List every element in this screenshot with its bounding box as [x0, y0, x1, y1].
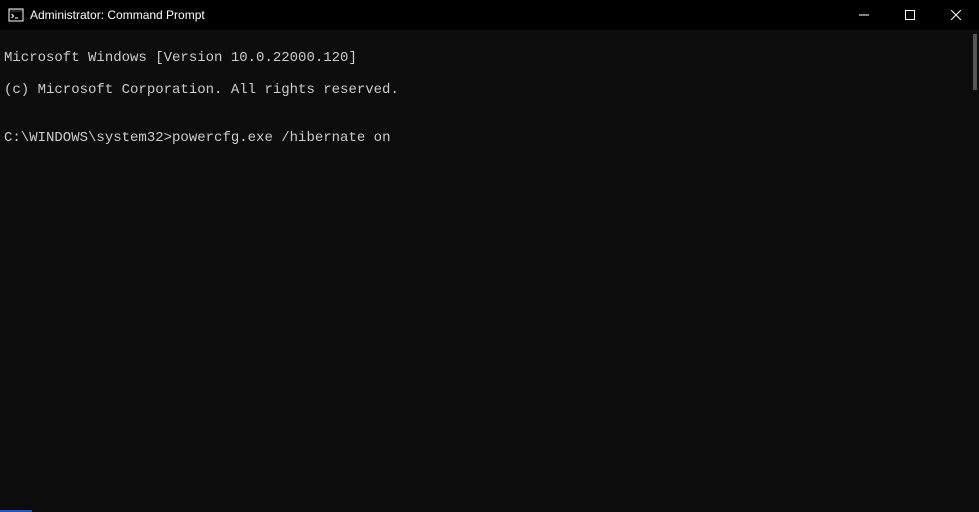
- entered-command: powercfg.exe /hibernate on: [172, 130, 390, 146]
- window-title: Administrator: Command Prompt: [30, 8, 841, 22]
- maximize-button[interactable]: [887, 0, 933, 30]
- cmd-icon: [8, 7, 24, 23]
- terminal-output[interactable]: Microsoft Windows [Version 10.0.22000.12…: [0, 30, 979, 512]
- prompt-line: C:\WINDOWS\system32>powercfg.exe /hibern…: [4, 130, 975, 146]
- version-line: Microsoft Windows [Version 10.0.22000.12…: [4, 50, 975, 66]
- minimize-button[interactable]: [841, 0, 887, 30]
- copyright-line: (c) Microsoft Corporation. All rights re…: [4, 82, 975, 98]
- window-controls: [841, 0, 979, 30]
- scrollbar-thumb[interactable]: [973, 34, 977, 90]
- close-button[interactable]: [933, 0, 979, 30]
- prompt-path: C:\WINDOWS\system32>: [4, 130, 172, 146]
- titlebar: Administrator: Command Prompt: [0, 0, 979, 30]
